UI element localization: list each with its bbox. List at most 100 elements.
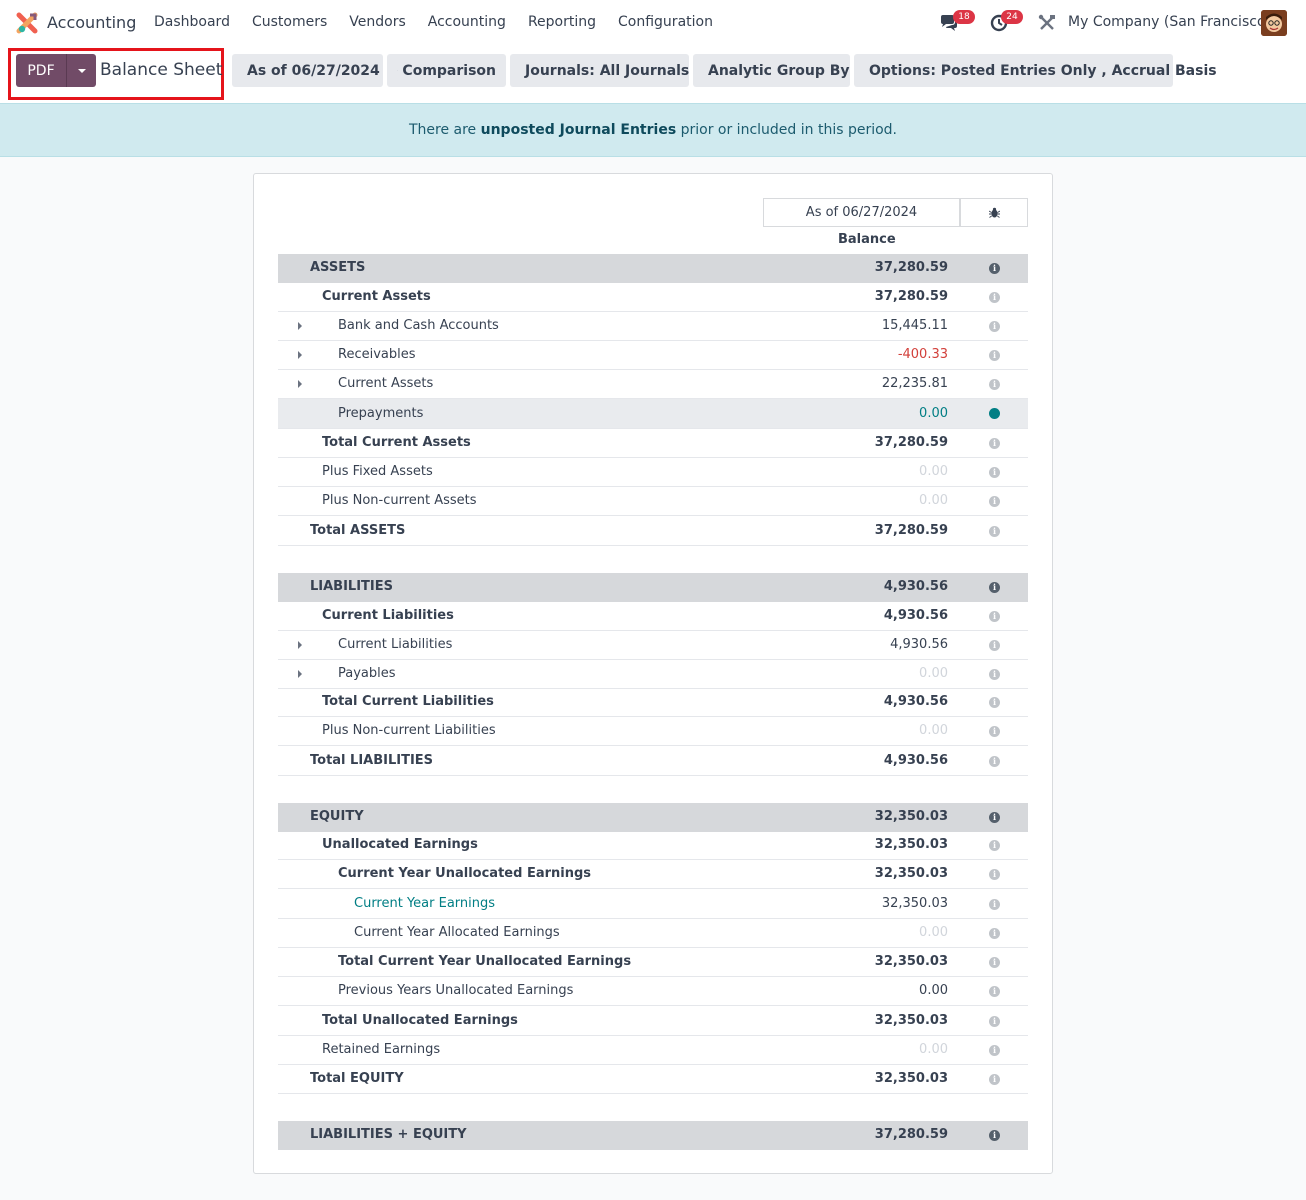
menu-configuration[interactable]: Configuration: [618, 14, 713, 30]
row-label: Previous Years Unallocated Earnings: [338, 983, 574, 998]
report-row-expandable[interactable]: Bank and Cash Accounts 15,445.11 i: [278, 312, 1028, 341]
info-icon[interactable]: i: [989, 986, 1000, 997]
report-row[interactable]: Previous Years Unallocated Earnings 0.00…: [278, 977, 1028, 1006]
info-icon[interactable]: i: [989, 869, 1000, 880]
report-row-total[interactable]: Total Current Year Unallocated Earnings …: [278, 948, 1028, 977]
info-icon[interactable]: i: [989, 840, 1000, 851]
row-value-zero: 0.00: [919, 666, 948, 681]
caret-right-icon[interactable]: [298, 641, 302, 649]
caret-right-icon[interactable]: [298, 351, 302, 359]
report-row-total[interactable]: Total Current Liabilities 4,930.56 i: [278, 688, 1028, 717]
export-dropdown-toggle[interactable]: [66, 54, 96, 87]
info-icon[interactable]: i: [989, 1130, 1000, 1141]
caret-right-icon[interactable]: [298, 322, 302, 330]
report-row-total[interactable]: Total LIABILITIES 4,930.56 i: [278, 747, 1028, 776]
caret-right-icon[interactable]: [298, 380, 302, 388]
date-filter-button[interactable]: As of 06/27/2024: [232, 54, 383, 87]
report-row[interactable]: Unallocated Earnings 32,350.03 i: [278, 831, 1028, 860]
row-value: 32,350.03: [874, 809, 948, 824]
report-row-total[interactable]: Total EQUITY 32,350.03 i: [278, 1065, 1028, 1094]
report-row-total[interactable]: Total ASSETS 37,280.59 i: [278, 517, 1028, 546]
info-icon[interactable]: i: [989, 1045, 1000, 1056]
report-row-expandable[interactable]: Payables 0.00 i: [278, 660, 1028, 689]
info-icon[interactable]: i: [989, 263, 1000, 274]
row-value: 4,930.56: [890, 637, 948, 652]
company-switcher[interactable]: My Company (San Francisco): [1068, 14, 1271, 30]
row-value: 0.00: [919, 406, 948, 421]
info-icon[interactable]: i: [989, 438, 1000, 449]
app-name[interactable]: Accounting: [47, 13, 136, 32]
info-icon[interactable]: i: [989, 350, 1000, 361]
info-icon[interactable]: i: [989, 669, 1000, 680]
info-icon[interactable]: i: [989, 582, 1000, 593]
analytic-groupby-button[interactable]: Analytic Group By: [693, 54, 850, 87]
section-row-equity[interactable]: EQUITY 32,350.03 i: [278, 803, 1028, 832]
row-value: 32,350.03: [874, 954, 948, 969]
report-row[interactable]: Current Assets 37,280.59 i: [278, 283, 1028, 312]
info-icon[interactable]: i: [989, 899, 1000, 910]
report-row[interactable]: Current Year Unallocated Earnings 32,350…: [278, 860, 1028, 889]
report-row[interactable]: Plus Non-current Liabilities 0.00 i: [278, 717, 1028, 746]
row-label: ASSETS: [310, 260, 366, 275]
comparison-button[interactable]: Comparison: [387, 54, 506, 87]
analytic-groupby-label: Analytic Group By: [708, 62, 850, 79]
report-row[interactable]: Plus Fixed Assets 0.00 i: [278, 458, 1028, 487]
info-icon[interactable]: i: [989, 812, 1000, 823]
menu-customers[interactable]: Customers: [252, 14, 327, 30]
journals-filter-button[interactable]: Journals: All Journals: [510, 54, 689, 87]
info-icon[interactable]: i: [989, 1016, 1000, 1027]
balance-column-label: Balance: [838, 232, 896, 247]
info-icon[interactable]: i: [989, 957, 1000, 968]
debug-tools-icon[interactable]: [1037, 13, 1057, 33]
info-icon[interactable]: i: [989, 697, 1000, 708]
top-navbar: Accounting Dashboard Customers Vendors A…: [0, 0, 1306, 46]
info-icon[interactable]: i: [989, 292, 1000, 303]
report-row-total[interactable]: Total Current Assets 37,280.59 i: [278, 429, 1028, 458]
caret-right-icon[interactable]: [298, 670, 302, 678]
info-icon[interactable]: i: [989, 1074, 1000, 1085]
unposted-entries-link[interactable]: unposted Journal Entries: [481, 122, 677, 138]
menu-accounting[interactable]: Accounting: [428, 14, 506, 30]
report-row[interactable]: Current Year Allocated Earnings 0.00 i: [278, 919, 1028, 948]
info-icon[interactable]: i: [989, 726, 1000, 737]
row-value: 4,930.56: [883, 608, 948, 623]
user-avatar[interactable]: [1261, 10, 1287, 36]
journals-filter-label: Journals: All Journals: [525, 62, 690, 79]
report-row-expandable[interactable]: Current Liabilities 4,930.56 i: [278, 631, 1028, 660]
info-icon[interactable]: i: [989, 379, 1000, 390]
section-row-liabilities-equity[interactable]: LIABILITIES + EQUITY 37,280.59 i: [278, 1121, 1028, 1150]
report-row-link[interactable]: Current Year Earnings 32,350.03 i: [278, 890, 1028, 919]
row-label: Current Year Unallocated Earnings: [338, 866, 592, 881]
menu-reporting[interactable]: Reporting: [528, 14, 596, 30]
section-row-assets[interactable]: ASSETS 37,280.59 i: [278, 254, 1028, 283]
info-icon[interactable]: i: [989, 496, 1000, 507]
info-icon[interactable]: i: [989, 928, 1000, 939]
report-row[interactable]: Current Liabilities 4,930.56 i: [278, 602, 1028, 631]
row-label: Total EQUITY: [310, 1071, 404, 1086]
info-icon[interactable]: i: [989, 467, 1000, 478]
row-label-link[interactable]: Current Year Earnings: [354, 890, 495, 918]
report-row-expandable[interactable]: Current Assets 22,235.81 i: [278, 370, 1028, 399]
menu-dashboard[interactable]: Dashboard: [154, 14, 230, 30]
pdf-button[interactable]: PDF: [16, 54, 66, 87]
options-filter-button[interactable]: Options: Posted Entries Only , Accrual B…: [854, 54, 1217, 87]
report-row-expandable[interactable]: Receivables -400.33 i: [278, 341, 1028, 370]
info-icon[interactable]: i: [989, 611, 1000, 622]
info-icon[interactable]: i: [989, 408, 1000, 419]
report-row[interactable]: Plus Non-current Assets 0.00 i: [278, 487, 1028, 516]
row-value-negative: -400.33: [897, 347, 948, 362]
info-icon[interactable]: i: [989, 321, 1000, 332]
info-icon[interactable]: i: [989, 526, 1000, 537]
report-row-total[interactable]: Total Unallocated Earnings 32,350.03 i: [278, 1007, 1028, 1036]
accounting-app-icon[interactable]: [16, 12, 38, 34]
info-icon[interactable]: i: [989, 640, 1000, 651]
info-icon[interactable]: i: [989, 756, 1000, 767]
report-row-hovered[interactable]: Prepayments 0.00 i: [278, 399, 1028, 429]
section-row-liabilities[interactable]: LIABILITIES 4,930.56 i: [278, 573, 1028, 602]
row-label: EQUITY: [310, 809, 364, 824]
row-label: Prepayments: [338, 406, 424, 421]
report-row[interactable]: Retained Earnings 0.00 i: [278, 1036, 1028, 1065]
debug-column-header[interactable]: [960, 198, 1028, 227]
row-value: 32,350.03: [874, 1013, 948, 1028]
menu-vendors[interactable]: Vendors: [349, 14, 405, 30]
